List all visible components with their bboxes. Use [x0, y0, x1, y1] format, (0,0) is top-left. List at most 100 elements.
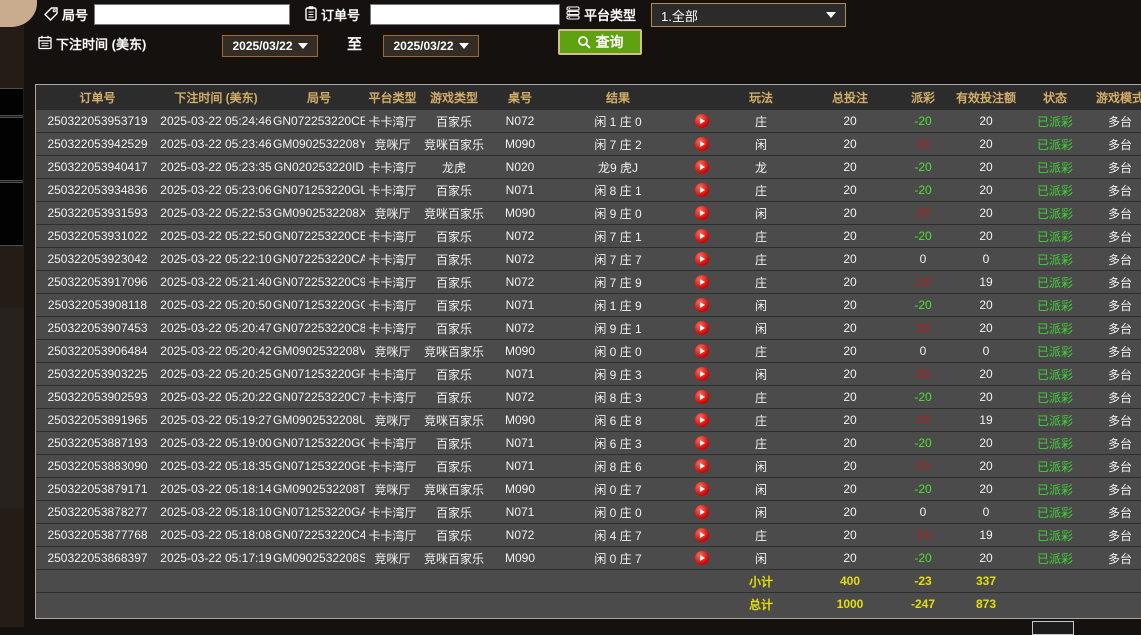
cell-mode: 多台: [1086, 201, 1141, 225]
cell-valid-bet: 20: [948, 109, 1024, 133]
cell-status: 已派彩: [1024, 477, 1086, 501]
cell-platform: 竞咪厅: [365, 339, 420, 363]
cell-game-type: 百家乐: [420, 270, 488, 294]
cell-play: [684, 339, 720, 363]
cell-valid-bet: 20: [948, 316, 1024, 340]
play-icon[interactable]: [695, 275, 709, 290]
play-icon[interactable]: [695, 528, 709, 543]
cell-payout: 20: [898, 316, 948, 340]
play-icon[interactable]: [695, 229, 709, 244]
play-icon[interactable]: [695, 505, 709, 520]
cell-total-bet: 20: [802, 477, 898, 501]
cell-table-no: M090: [488, 339, 552, 363]
cell-order-no: 250322053931022: [36, 224, 159, 248]
cell-game-no: GN071253220GB: [273, 454, 365, 478]
cell-total-bet: 20: [802, 362, 898, 386]
play-triangle: [700, 531, 705, 538]
cell-valid-bet: 19: [948, 270, 1024, 294]
cell-result: 闲 0 庄 7: [552, 477, 684, 501]
play-icon[interactable]: [695, 321, 709, 336]
play-icon[interactable]: [695, 390, 709, 405]
cell-platform: 卡卡湾厅: [365, 224, 420, 248]
cell-play-type: 总计: [720, 592, 802, 615]
play-icon[interactable]: [695, 206, 709, 221]
rail-tab-1[interactable]: [0, 88, 23, 116]
rail-tab-3[interactable]: [0, 182, 23, 246]
play-icon[interactable]: [695, 344, 709, 359]
play-icon[interactable]: [695, 436, 709, 451]
order-no-input[interactable]: [370, 4, 560, 25]
table-row: 250322053907453 2025-03-22 05:20:47 GN0722…: [36, 316, 1141, 340]
cell-mode: 多台: [1086, 431, 1141, 455]
cell-payout: 20: [898, 201, 948, 225]
cell-order-no: [36, 592, 159, 615]
play-icon[interactable]: [695, 551, 709, 566]
cell-play: [684, 362, 720, 386]
cell-table-no: N072: [488, 109, 552, 133]
date-from-picker[interactable]: 2025/03/22: [222, 35, 318, 57]
cell-table-no: [488, 569, 552, 593]
cell-status: 已派彩: [1024, 454, 1086, 478]
table-row: 250322053931593 2025-03-22 05:22:53 GM0902…: [36, 201, 1141, 225]
header-status: 状态: [1024, 85, 1086, 110]
cell-valid-bet: 337: [948, 569, 1024, 593]
cell-game-no: [273, 569, 365, 593]
cell-valid-bet: 20: [948, 155, 1024, 179]
cell-game-type: 竞咪百家乐: [420, 201, 488, 225]
cell-payout: -20: [898, 385, 948, 409]
cell-valid-bet: 20: [948, 178, 1024, 202]
cell-bet-time: 2025-03-22 05:24:46: [159, 109, 273, 133]
cell-play: [684, 546, 720, 570]
cell-play: [684, 385, 720, 409]
play-icon[interactable]: [695, 298, 709, 313]
cell-mode: 多台: [1086, 546, 1141, 570]
pagination-box[interactable]: [1032, 621, 1074, 635]
cell-table-no: N071: [488, 178, 552, 202]
table-row: 250322053891965 2025-03-22 05:19:27 GM0902…: [36, 408, 1141, 432]
cell-total-bet: 20: [802, 270, 898, 294]
cell-total-bet: 20: [802, 224, 898, 248]
play-triangle: [700, 278, 705, 285]
play-triangle: [700, 439, 705, 446]
play-icon[interactable]: [695, 160, 709, 175]
cell-mode: 多台: [1086, 316, 1141, 340]
date-to-picker[interactable]: 2025/03/22: [383, 35, 479, 57]
cell-platform: [365, 592, 420, 615]
cell-payout: 0: [898, 339, 948, 363]
cell-play: [684, 569, 720, 593]
table-row: 250322053940417 2025-03-22 05:23:35 GN0202…: [36, 155, 1141, 179]
game-no-input[interactable]: [94, 4, 290, 25]
query-button[interactable]: 查询: [558, 29, 642, 55]
cell-game-type: 龙虎: [420, 155, 488, 179]
cell-mode: 多台: [1086, 385, 1141, 409]
play-icon[interactable]: [695, 252, 709, 267]
cell-mode: [1086, 569, 1141, 593]
play-triangle: [700, 554, 705, 561]
cell-mode: 多台: [1086, 500, 1141, 524]
table-row: 250322053868397 2025-03-22 05:17:19 GM0902…: [36, 546, 1141, 570]
play-icon[interactable]: [695, 482, 709, 497]
cell-total-bet: 400: [802, 569, 898, 593]
cell-game-type: 百家乐: [420, 454, 488, 478]
rail-tab-2[interactable]: [0, 117, 23, 181]
cell-bet-time: [159, 592, 273, 615]
play-icon[interactable]: [695, 183, 709, 198]
play-icon[interactable]: [695, 114, 709, 129]
cell-total-bet: 20: [802, 316, 898, 340]
play-icon[interactable]: [695, 413, 709, 428]
cell-play: [684, 270, 720, 294]
play-icon[interactable]: [695, 137, 709, 152]
cell-payout: -20: [898, 477, 948, 501]
cell-mode: 多台: [1086, 362, 1141, 386]
cell-play-type: 庄: [720, 109, 802, 133]
cell-order-no: 250322053934836: [36, 178, 159, 202]
platform-type-select[interactable]: 1.全部: [651, 3, 846, 27]
play-icon[interactable]: [695, 459, 709, 474]
play-icon[interactable]: [695, 367, 709, 382]
cell-status: 已派彩: [1024, 224, 1086, 248]
bet-records-table: 订单号 下注时间 (美东) 局号 平台类型 游戏类型 桌号 结果 玩法 总投注 派彩 有效投注额 状态…: [35, 84, 1141, 619]
left-rail: [0, 0, 24, 627]
order-no-label: 订单号: [321, 8, 361, 23]
cell-payout: -20: [898, 109, 948, 133]
cell-bet-time: 2025-03-22 05:20:50: [159, 293, 273, 317]
